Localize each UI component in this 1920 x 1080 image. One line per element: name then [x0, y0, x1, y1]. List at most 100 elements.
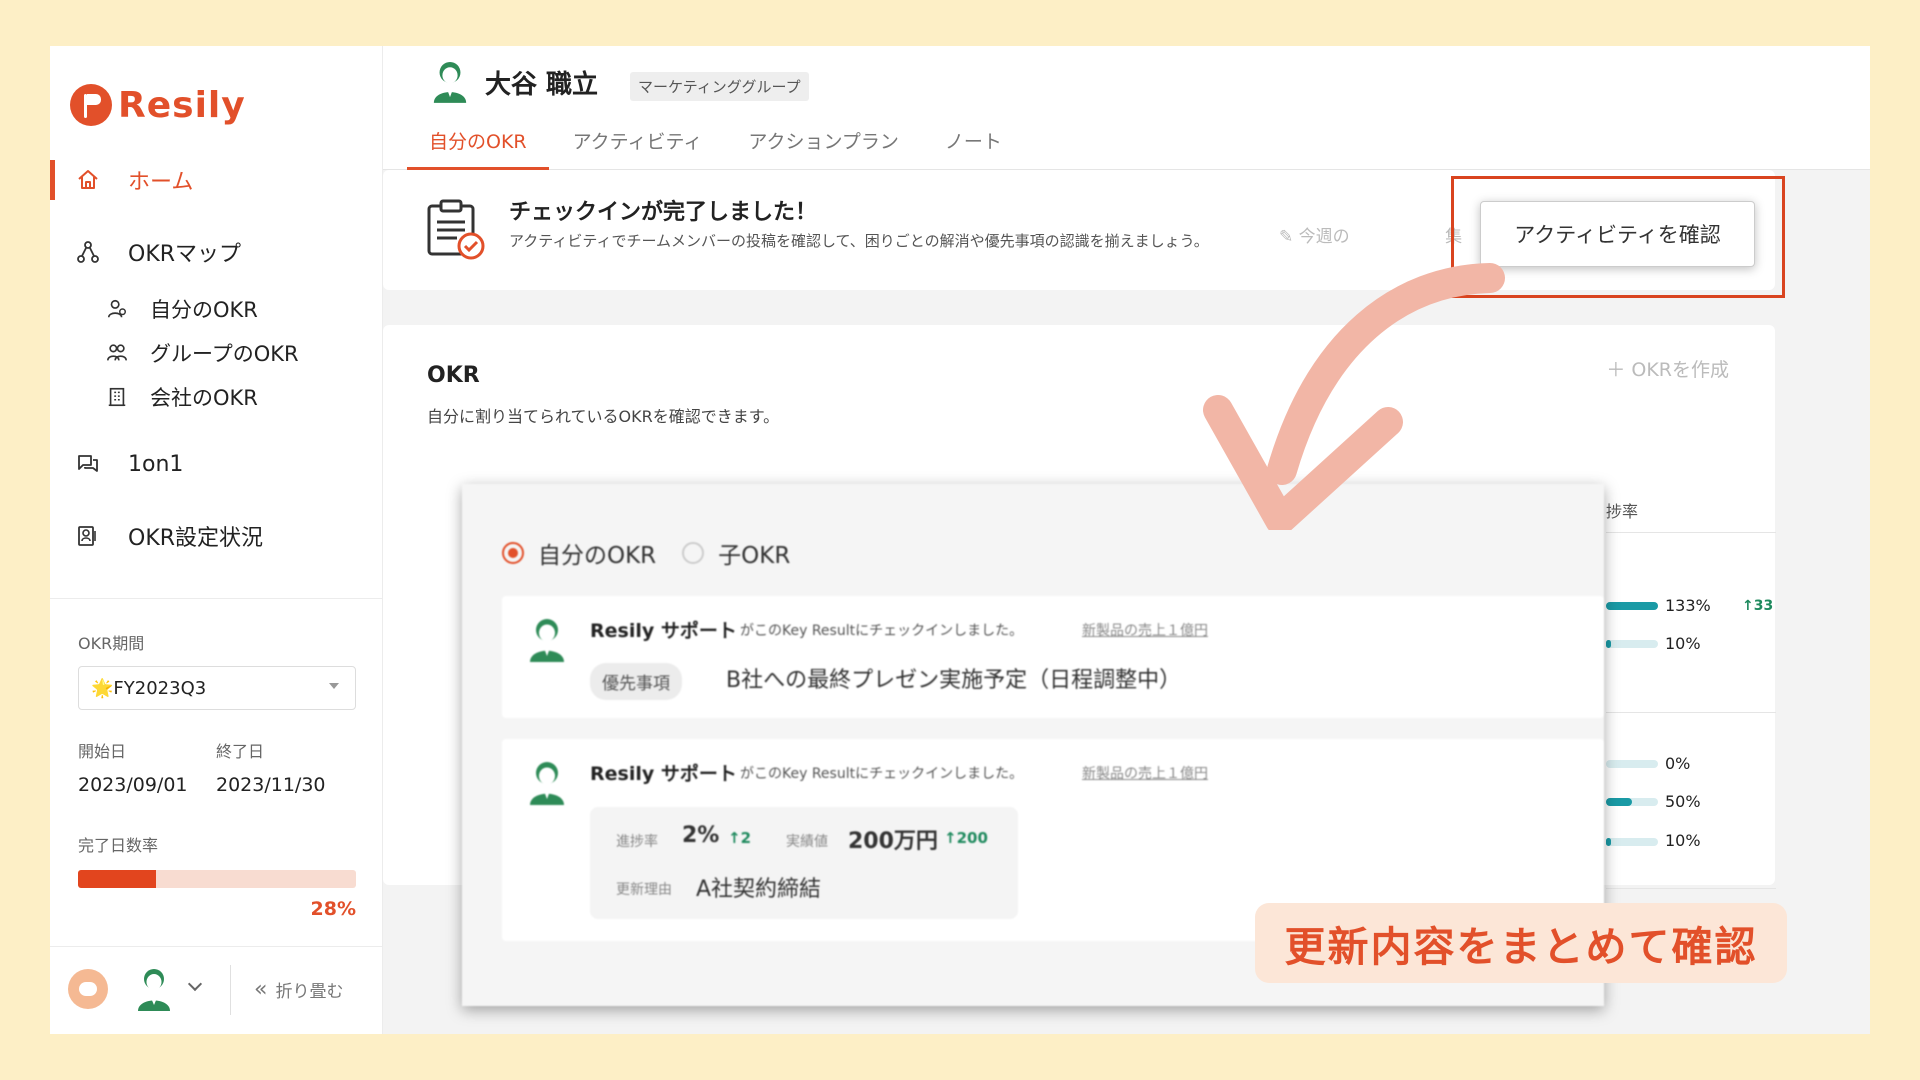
tab-notes[interactable]: ノート	[923, 124, 1024, 170]
key-result-link[interactable]: 新製品の売上１億円	[1082, 763, 1208, 783]
update-reason-label: 更新理由	[616, 882, 672, 898]
plus-icon: ＋	[1606, 359, 1626, 381]
priority-tag: 優先事項	[590, 663, 682, 700]
create-okr-button[interactable]: ＋ OKRを作成	[1606, 355, 1729, 382]
sidebar-item-home[interactable]: ホーム	[50, 160, 193, 200]
user-menu[interactable]	[134, 965, 214, 1013]
active-indicator	[50, 160, 55, 200]
sidebar-subitem-my-okr[interactable]: 自分のOKR	[50, 292, 258, 326]
start-date-label: 開始日	[78, 742, 127, 761]
tab-my-okr[interactable]: 自分のOKR	[407, 124, 549, 170]
activity-action-text: がこのKey Resultにチェックインしました。	[740, 623, 1024, 639]
pencil-icon: ✎	[1279, 227, 1294, 247]
sidebar-footer: « 折り畳む	[50, 946, 383, 1034]
completion-label: 完了日数率	[78, 836, 159, 855]
chevron-down-icon	[187, 976, 203, 992]
progress-percent: 50%	[1665, 792, 1701, 811]
table-divider	[1606, 888, 1776, 889]
activity-action-text: がこのKey Resultにチェックインしました。	[740, 766, 1024, 782]
end-date-value: 2023/11/30	[216, 774, 326, 796]
priority-text: B社への最終プレゼン実施予定（日程調整中）	[726, 668, 1182, 693]
create-okr-label: OKRを作成	[1631, 359, 1729, 381]
sidebar-item-okr-map[interactable]: OKRマップ	[50, 232, 241, 272]
chat-support-button[interactable]	[68, 969, 108, 1009]
activity-user-name[interactable]: Resily サポート	[590, 759, 737, 786]
tab-action-plan[interactable]: アクションプラン	[726, 124, 920, 170]
completion-progress-fill	[78, 870, 156, 888]
actual-value: 200万円	[848, 829, 938, 854]
progress-delta: ↑33	[1742, 598, 1773, 614]
sidebar-footer-divider	[230, 965, 231, 1015]
actual-value-delta: ↑200	[944, 829, 988, 847]
sidebar-item-label: OKR設定状況	[128, 526, 264, 551]
user-avatar	[433, 62, 467, 103]
progress-column-header: 捗率	[1606, 502, 1639, 521]
sidebar-item-okr-status[interactable]: OKR設定状況	[50, 516, 263, 556]
building-icon	[106, 386, 128, 408]
progress-delta-value: 33	[1753, 598, 1774, 614]
table-divider	[1606, 532, 1776, 533]
arrow-up-icon: ↑	[1742, 598, 1754, 614]
view-activity-button[interactable]: アクティビティを確認	[1480, 201, 1755, 267]
update-reason-value: A社契約締結	[696, 877, 822, 902]
sidebar-subitem-label: 自分のOKR	[150, 298, 258, 322]
arrow-up-icon: ↑	[944, 829, 957, 847]
curved-arrow-icon	[1203, 263, 1505, 530]
completion-percent: 28%	[310, 898, 356, 920]
tab-activity[interactable]: アクティビティ	[551, 124, 725, 170]
radio-checked-icon	[502, 542, 524, 564]
activity-item[interactable]: Resily サポート がこのKey Resultにチェックインしました。 新製…	[502, 596, 1604, 718]
actual-value-delta-value: 200	[956, 829, 988, 847]
activity-user-name[interactable]: Resily サポート	[590, 616, 737, 643]
progress-bar-track	[1606, 760, 1658, 768]
radio-child-okr[interactable]: 子OKR	[682, 536, 790, 570]
progress-percent: 10%	[1665, 831, 1701, 850]
progress-rate-value: 2%	[682, 823, 720, 848]
radio-label: 子OKR	[718, 543, 791, 569]
weekly-link[interactable]: ✎ 今週の 集	[1279, 222, 1462, 247]
progress-bar-track	[1606, 838, 1658, 846]
checkin-description: アクティビティでチームメンバーの投稿を確認して、困りごとの解消や優先事項の認識を…	[509, 232, 1209, 250]
user-icon	[106, 298, 128, 320]
start-date-value: 2023/09/01	[78, 774, 188, 796]
progress-bar-track	[1606, 640, 1658, 648]
resily-logo[interactable]: Resily	[70, 84, 246, 126]
sidebar-subitem-company-okr[interactable]: 会社のOKR	[50, 380, 258, 414]
radio-label: 自分のOKR	[538, 543, 657, 569]
resily-flag-icon	[70, 84, 112, 126]
sidebar-subitem-group-okr[interactable]: グループのOKR	[50, 336, 299, 370]
sidebar-item-label: ホーム	[128, 170, 194, 195]
home-icon	[76, 168, 100, 192]
tab-bar: 自分のOKR アクティビティ アクションプラン ノート	[407, 124, 1026, 170]
sidebar-subitem-label: 会社のOKR	[150, 386, 258, 410]
progress-percent: 10%	[1665, 634, 1701, 653]
checkin-metrics: 進捗率 2% ↑2 実績値 200万円 ↑200 更新理由 A社契約締結	[590, 807, 1018, 919]
collapse-label: 折り畳む	[275, 982, 344, 1002]
chat-bubble-icon	[79, 982, 97, 996]
okr-period-label: OKR期間	[78, 634, 145, 653]
progress-bar-fill	[1606, 798, 1632, 806]
sidebar-item-1on1[interactable]: 1on1	[50, 444, 183, 484]
progress-bar-fill	[1606, 838, 1612, 846]
progress-rate-delta: ↑2	[728, 829, 751, 847]
key-result-link[interactable]: 新製品の売上１億円	[1082, 620, 1208, 640]
sidebar-item-label: 1on1	[128, 451, 184, 477]
status-icon	[76, 524, 100, 548]
okr-map-icon	[76, 240, 100, 264]
radio-my-okr[interactable]: 自分のOKR	[502, 536, 656, 570]
sidebar-item-label: OKRマップ	[128, 242, 242, 267]
end-date-label: 終了日	[216, 742, 265, 761]
actual-value-label: 実績値	[786, 834, 828, 850]
group-badge[interactable]: マーケティンググループ	[630, 72, 809, 101]
chat-icon	[76, 452, 100, 476]
table-divider	[1606, 712, 1776, 713]
okr-section-subtitle: 自分に割り当てられているOKRを確認できます。	[427, 407, 780, 426]
clipboard-check-icon	[427, 199, 485, 260]
user-avatar	[138, 969, 170, 1011]
collapse-button[interactable]: « 折り畳む	[254, 977, 343, 1002]
progress-percent: 0%	[1665, 754, 1691, 773]
checkin-title: チェックインが完了しました！	[509, 200, 818, 225]
user-avatar	[530, 619, 564, 662]
progress-bar-fill	[1606, 640, 1612, 648]
okr-period-select[interactable]: 🌟FY2023Q3	[78, 666, 356, 710]
